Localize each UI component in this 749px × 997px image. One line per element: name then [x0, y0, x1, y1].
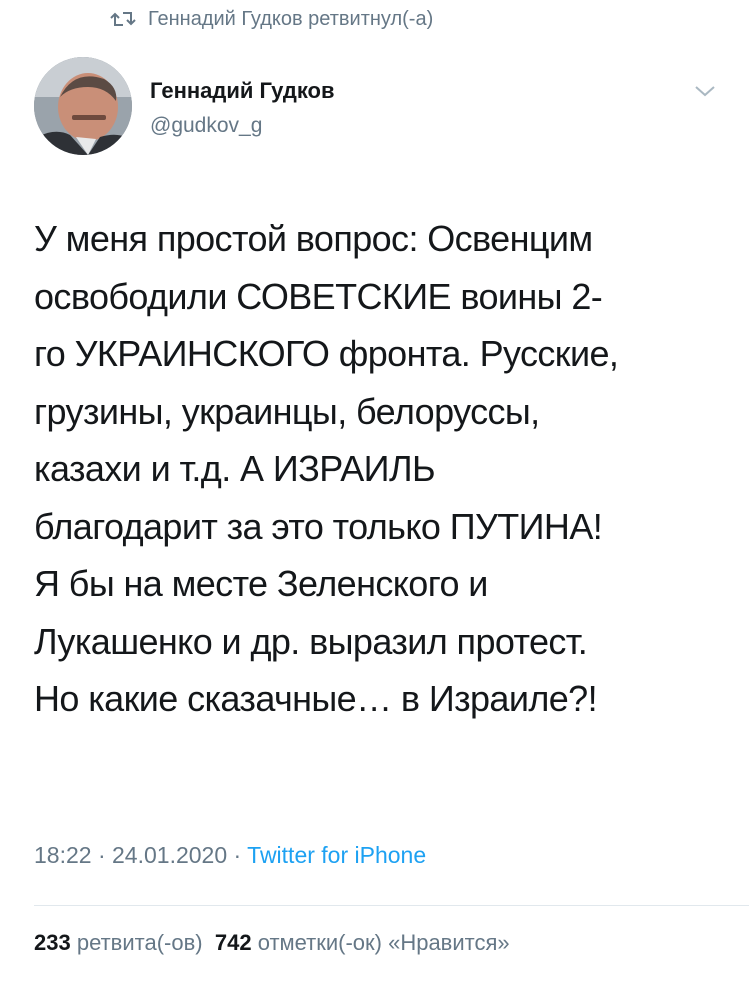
tweet-stats: 233 ретвита(-ов) 742 отметки(-ок) «Нрави…	[34, 930, 510, 956]
likes-label: отметки(-ок) «Нравится»	[257, 930, 510, 955]
meta-separator: ·	[91, 842, 113, 868]
tweet-text-line: го УКРАИНСКОГО фронта. Русские,	[34, 333, 619, 374]
tweet-text-line: освободили СОВЕТСКИЕ воины 2-	[34, 275, 603, 317]
tweet-date[interactable]: 24.01.2020	[112, 842, 227, 868]
retweets-count: 233	[34, 930, 71, 955]
tweet-text-line: Я бы на месте Зеленского и	[34, 563, 488, 604]
retweet-context[interactable]: Геннадий Гудков ретвитнул(-а)	[110, 4, 433, 34]
retweets-stat[interactable]: 233 ретвита(-ов)	[34, 930, 203, 955]
avatar[interactable]	[34, 57, 132, 155]
tweet-text-line: У меня простой вопрос: Освенцим	[34, 218, 593, 259]
tweet-text: У меня простой вопрос: Освенцим освободи…	[34, 210, 724, 728]
tweet-text-line: Лукашенко и др. выразил протест.	[34, 620, 588, 662]
tweet-source-link[interactable]: Twitter for iPhone	[247, 842, 426, 868]
likes-count: 742	[214, 930, 252, 955]
tweet-time[interactable]: 18:22	[34, 842, 92, 868]
author-name[interactable]: Геннадий Гудков	[150, 78, 335, 104]
retweets-label: ретвита(-ов)	[76, 930, 203, 955]
retweet-icon	[110, 8, 136, 30]
meta-separator: ·	[227, 842, 248, 868]
author-handle[interactable]: @gudkov_g	[150, 114, 262, 138]
tweet-text-line: казахи и т.д. А ИЗРАИЛЬ	[34, 448, 436, 489]
tweet-text-line: грузины, украинцы, белоруссы,	[34, 390, 540, 432]
retweet-text: Геннадий Гудков ретвитнул(-а)	[148, 7, 434, 30]
likes-stat[interactable]: 742 отметки(-ок) «Нравится»	[215, 930, 510, 955]
tweet-meta: 18:22 · 24.01.2020 · Twitter for iPhone	[34, 842, 426, 869]
chevron-down-icon[interactable]	[694, 84, 716, 98]
tweet-text-line: Но какие сказачные… в Израиле?!	[34, 678, 598, 719]
tweet-text-line: благодарит за это только ПУТИНА!	[34, 505, 603, 547]
divider	[34, 905, 749, 906]
